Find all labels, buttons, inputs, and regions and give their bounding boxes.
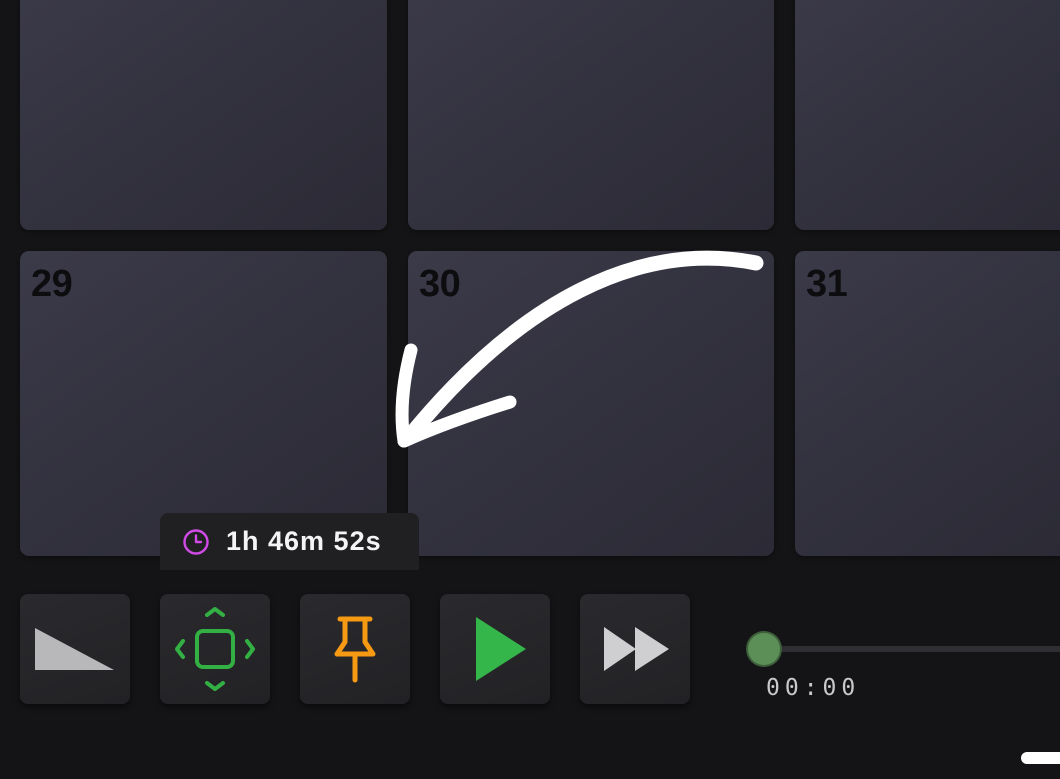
playback-knob[interactable]: [748, 633, 780, 665]
day-number: 31: [806, 263, 848, 305]
elapsed-time-text: 1h 46m 52s: [226, 526, 382, 556]
calendar-day-tile[interactable]: [795, 0, 1060, 230]
playback-time: 00:00: [766, 675, 861, 701]
calendar-day-tile[interactable]: [408, 0, 774, 230]
calendar-day-31[interactable]: 31: [795, 251, 1060, 556]
play-button[interactable]: [440, 594, 550, 704]
calendar-day-tile[interactable]: [20, 0, 387, 230]
day-number: 30: [419, 263, 461, 305]
play-icon: [476, 617, 526, 681]
calendar-day-30[interactable]: 30: [408, 251, 774, 556]
calendar-day-29[interactable]: 29: [20, 251, 387, 556]
move-resize-icon: [175, 607, 255, 691]
fast-forward-button[interactable]: [580, 594, 690, 704]
fast-forward-icon: [604, 627, 669, 671]
ramp-button[interactable]: [20, 594, 130, 704]
playback-track[interactable]: [764, 646, 1060, 652]
pin-button[interactable]: [300, 594, 410, 704]
home-indicator: [1021, 752, 1060, 764]
day-number: 29: [31, 263, 73, 305]
elapsed-timer: 1h 46m 52s: [160, 513, 419, 570]
pushpin-icon: [334, 616, 376, 683]
ramp-icon: [35, 628, 114, 670]
clock-icon: [183, 528, 209, 555]
move-resize-button[interactable]: [160, 594, 270, 704]
